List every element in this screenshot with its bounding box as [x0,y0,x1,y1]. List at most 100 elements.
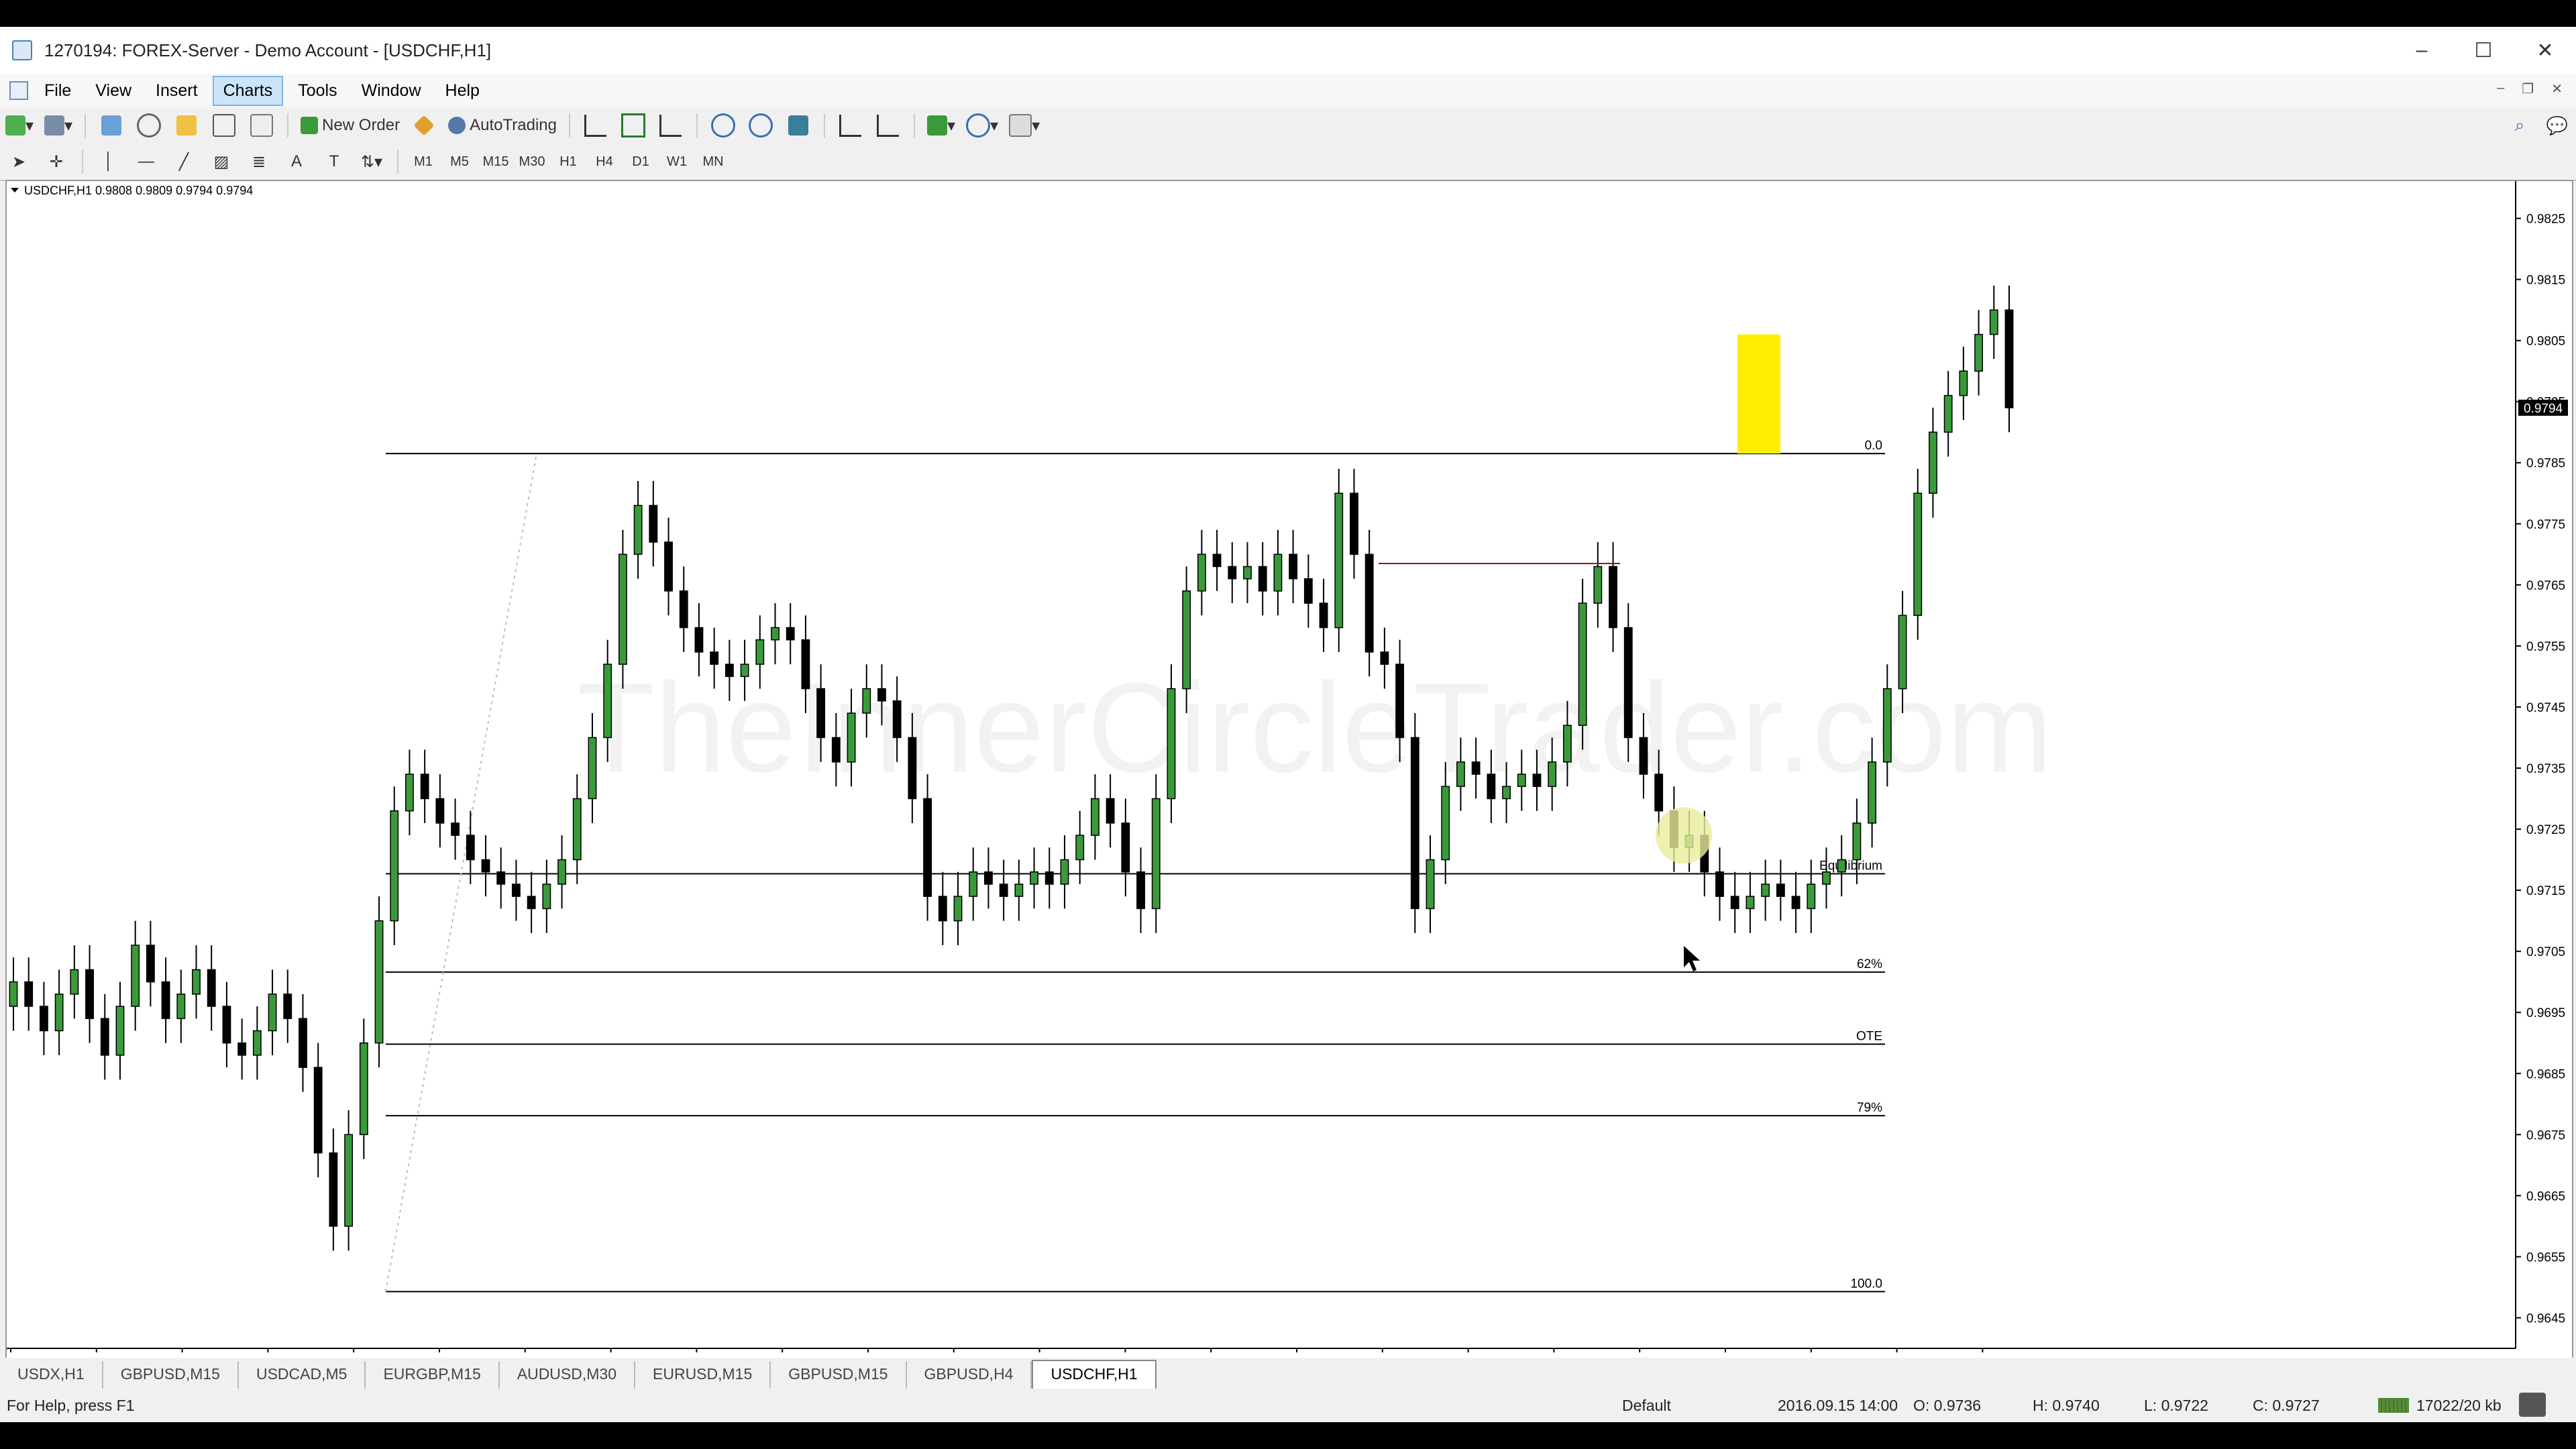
new-chart-button[interactable]: ▾ [5,112,34,139]
connection-icon [2378,1398,2409,1413]
chart-window[interactable]: TheInnerCircleTrader.com 0.0 Equilibrium 6… [5,180,2573,1369]
market-watch-button[interactable] [98,112,125,139]
time-tick-label: 15 Sep 10:00 [1640,1355,1715,1356]
candle-body [1151,798,1161,910]
menu-file[interactable]: File [35,77,80,105]
candlestick-button[interactable] [620,112,647,139]
chart-tab-usdchf-h1[interactable]: USDCHF,H1 [1032,1360,1157,1389]
price-tick-label: 0.9755 [2526,640,2565,654]
search-button[interactable]: ⌕ [2506,112,2533,139]
autoscroll-button[interactable] [875,112,902,139]
terminal-button[interactable] [211,112,237,139]
timeframe-w1[interactable]: W1 [659,154,695,170]
close-button[interactable]: ✕ [2514,27,2576,74]
chat-button[interactable]: 💬 [2544,112,2571,139]
chart-tab-audusd-m30[interactable]: AUDUSD,M30 [500,1361,636,1389]
text-label-tool[interactable]: T [321,148,347,175]
notification-icon[interactable] [2519,1393,2546,1417]
chart-tab-usdcad-m5[interactable]: USDCAD,M5 [239,1361,366,1389]
profiles-button[interactable]: ▾ [44,112,72,139]
chart-tab-eurgbp-m15[interactable]: EURGBP,M15 [366,1361,500,1389]
templates-button[interactable]: ▾ [1009,112,1040,139]
line-chart-button[interactable] [657,112,684,139]
symbol-collapse-icon[interactable] [11,188,19,193]
candle-body [451,822,460,836]
arrows-tool[interactable]: ⇅▾ [358,148,385,175]
text-tool[interactable]: A [283,148,310,175]
price-tick-label: 0.9765 [2526,579,2565,593]
mdi-restore-icon[interactable]: ❐ [2522,80,2534,97]
chart-tab-gbpusd-m15[interactable]: GBPUSD,M15 [771,1361,907,1389]
menu-help[interactable]: Help [436,77,489,105]
candle-body [359,1042,368,1136]
indicators-button[interactable]: ▾ [926,112,955,139]
status-low: L: 0.9722 [2144,1397,2208,1414]
mdi-controls: – ❐ ✕ [2497,80,2563,97]
menu-window[interactable]: Window [352,77,431,105]
timeframe-m30[interactable]: M30 [514,154,550,170]
candle-body [1243,566,1252,580]
periods-button[interactable]: ▾ [966,112,998,139]
zoom-in-button[interactable] [710,112,737,139]
horizontal-line-tool[interactable]: — [133,148,160,175]
vertical-line-tool[interactable]: │ [95,148,122,175]
document-icon[interactable] [9,81,28,100]
minimize-button[interactable]: – [2391,27,2453,74]
timeframe-m1[interactable]: M1 [405,154,441,170]
candle-body [724,663,734,678]
data-window-button[interactable] [136,112,162,139]
candle-body [1502,786,1511,800]
trendline-tool[interactable]: ╱ [170,148,197,175]
menu-charts[interactable]: Charts [212,75,284,106]
chart-tab-eurusd-m15[interactable]: EURUSD,M15 [635,1361,771,1389]
crosshair-tool[interactable]: ✛ [43,148,70,175]
timeframe-d1[interactable]: D1 [623,154,659,170]
timeframe-h1[interactable]: H1 [550,154,586,170]
mdi-close-icon[interactable]: ✕ [2551,80,2563,97]
chart-tab-usdx-h1[interactable]: USDX,H1 [0,1361,103,1389]
tile-windows-button[interactable] [785,112,812,139]
cursor-icon: ➤ [11,152,26,171]
candle-body [847,712,856,763]
candle-body [1776,883,1785,897]
strategy-tester-button[interactable] [248,112,275,139]
menu-tools[interactable]: Tools [288,77,346,105]
timeframe-m5[interactable]: M5 [441,154,478,170]
candle-body [694,627,704,653]
menu-insert[interactable]: Insert [146,77,207,105]
candle-body [1395,663,1405,739]
menu-view[interactable]: View [86,77,141,105]
toolbar-separator [82,150,83,174]
timeframe-h4[interactable]: H4 [586,154,623,170]
cursor-tool[interactable]: ➤ [5,148,32,175]
candle-body [969,871,978,897]
fibonacci-tool[interactable]: ≣ [246,148,272,175]
metaeditor-button[interactable] [411,112,437,139]
candle-body [161,981,170,1020]
menu-bar: File View Insert Charts Tools Window Hel… [0,74,2576,107]
price-chart[interactable]: TheInnerCircleTrader.com 0.0 Equilibrium 6… [7,181,2569,1369]
timeframe-mn[interactable]: MN [695,154,731,170]
time-tick-label: 15 Sep 18:00 [1725,1355,1801,1356]
bar-chart-button[interactable] [582,112,609,139]
status-bar: For Help, press F1 Default 2016.09.15 14… [0,1389,2576,1422]
zoom-out-button[interactable] [747,112,774,139]
candle-body [131,945,140,1007]
fibonacci-levels[interactable]: 0.0 Equilibrium 62% OTE 79% 100.0 [385,439,1885,1293]
maximize-button[interactable]: ☐ [2453,27,2514,74]
new-order-button[interactable]: New Order [301,112,400,139]
chart-tab-gbpusd-m15[interactable]: GBPUSD,M15 [103,1361,239,1389]
chart-shift-button[interactable] [837,112,864,139]
candle-body [1548,761,1557,788]
channel-tool[interactable]: ▨ [208,148,235,175]
cursor-highlight [1656,807,1712,864]
mdi-minimize-icon[interactable]: – [2497,80,2504,97]
navigator-button[interactable] [173,112,200,139]
autoscroll-icon [877,114,900,137]
line-studies-toolbar: ➤ ✛ │ — ╱ ▨ ≣ A T ⇅▾ M1 M5 M15 M30 H1 H4… [0,144,2576,181]
timeframe-m15[interactable]: M15 [478,154,514,170]
autotrading-button[interactable]: AutoTrading [448,112,557,139]
candle-body [420,773,429,800]
status-close: C: 0.9727 [2253,1397,2320,1414]
chart-tab-gbpusd-h4[interactable]: GBPUSD,H4 [907,1361,1032,1389]
